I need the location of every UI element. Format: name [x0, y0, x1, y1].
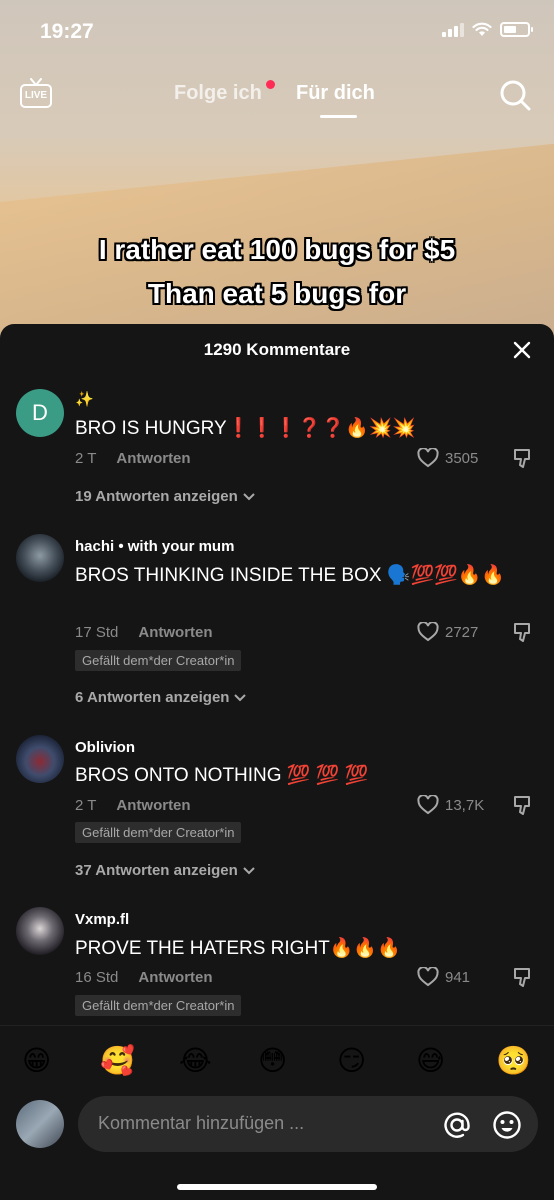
live-label: LIVE — [20, 84, 52, 108]
comment-username[interactable]: Oblivion — [75, 739, 135, 756]
emoji-sweat-smile[interactable]: 😅 — [416, 1044, 445, 1077]
heart-icon — [417, 622, 439, 642]
comment-meta: 2 T Antworten — [75, 450, 191, 467]
signal-icon — [442, 22, 464, 37]
dislike-icon[interactable] — [512, 447, 534, 469]
search-icon[interactable] — [498, 78, 532, 112]
view-replies-button[interactable]: 6 Antworten anzeigen — [75, 689, 247, 706]
like-count: 941 — [445, 968, 471, 986]
chevron-down-icon — [243, 492, 255, 500]
emoji-laugh[interactable]: 😂 — [179, 1044, 212, 1077]
like-count: 13,7K — [445, 796, 485, 814]
wifi-icon — [472, 22, 492, 36]
view-replies-label: 6 Antworten anzeigen — [75, 689, 230, 706]
notification-dot — [266, 80, 275, 89]
battery-icon — [500, 22, 533, 37]
reply-button[interactable]: Antworten — [138, 969, 212, 986]
comment-username[interactable]: Vxmp.fl — [75, 911, 129, 928]
like-button[interactable]: 13,7K — [417, 795, 484, 815]
view-replies-label: 19 Antworten anzeigen — [75, 488, 238, 505]
avatar[interactable] — [16, 907, 64, 955]
comment-meta: 17 Std Antworten — [75, 624, 213, 641]
comment-time: 2 T — [75, 797, 97, 814]
dislike-icon[interactable] — [512, 966, 534, 988]
like-button[interactable]: 2727 — [417, 622, 478, 642]
comment-time: 17 Std — [75, 624, 119, 641]
dislike-icon[interactable] — [512, 794, 534, 816]
like-count: 2727 — [445, 623, 479, 641]
heart-icon — [417, 448, 439, 468]
comment-meta: 16 Std Antworten — [75, 969, 213, 986]
top-navigation: LIVE Folge ich Für dich — [0, 70, 554, 130]
status-icons — [442, 22, 533, 37]
comment-time: 16 Std — [75, 969, 119, 986]
live-button[interactable]: LIVE — [20, 78, 54, 108]
chevron-down-icon — [243, 866, 255, 874]
status-bar: 19:27 — [0, 0, 554, 60]
comments-count-title: 1290 Kommentare — [203, 340, 351, 359]
video-background[interactable]: 19:27 LIVE Folge ich Für dich I rather e… — [0, 0, 554, 340]
emoji-smirk[interactable]: 😏 — [337, 1044, 366, 1077]
avatar[interactable] — [16, 735, 64, 783]
comment-username[interactable]: ✨ — [75, 390, 94, 408]
chevron-down-icon — [234, 693, 247, 701]
reply-button[interactable]: Antworten — [116, 797, 190, 814]
comment-input-placeholder: Kommentar hinzufügen ... — [98, 1113, 305, 1133]
comment-text: BROS THINKING INSIDE THE BOX 🗣️💯💯🔥🔥 — [75, 565, 506, 586]
comment-time: 2 T — [75, 450, 97, 467]
avatar[interactable]: D — [16, 389, 64, 437]
home-indicator — [177, 1184, 377, 1190]
comment-input[interactable]: Kommentar hinzufügen ... — [78, 1096, 538, 1152]
quick-emoji-bar: 😁 🥰 😂 😳 😏 😅 🥺 — [0, 1025, 554, 1096]
heart-icon — [417, 967, 439, 987]
creator-liked-badge: Gefällt dem*der Creator*in — [75, 650, 242, 671]
emoji-love[interactable]: 🥰 — [100, 1044, 135, 1077]
comment-text: BRO IS HUNGRY❗❗❗❓❓🔥💥💥 — [75, 418, 416, 439]
status-time: 19:27 — [40, 20, 94, 43]
tab-following[interactable]: Folge ich — [174, 82, 262, 105]
comment-text: BROS ONTO NOTHING 💯 💯 💯 — [75, 765, 369, 786]
view-replies-button[interactable]: 37 Antworten anzeigen — [75, 862, 256, 879]
caption-line-1: I rather eat 100 bugs for $5 — [98, 234, 456, 265]
view-replies-button[interactable]: 19 Antworten anzeigen — [75, 488, 256, 505]
view-replies-label: 37 Antworten anzeigen — [75, 862, 238, 879]
comment-username[interactable]: hachi • with your mum — [75, 538, 234, 555]
emoji-picker-icon[interactable] — [492, 1110, 522, 1140]
creator-liked-badge: Gefällt dem*der Creator*in — [75, 822, 242, 843]
tab-for-you[interactable]: Für dich — [296, 82, 375, 105]
caption-line-2: Than eat 5 bugs for — [147, 278, 407, 309]
like-button[interactable]: 3505 — [417, 448, 478, 468]
heart-icon — [417, 795, 439, 815]
reply-button[interactable]: Antworten — [138, 624, 212, 641]
emoji-grin[interactable]: 😁 — [22, 1044, 51, 1077]
like-button[interactable]: 941 — [417, 967, 470, 987]
comment-text: PROVE THE HATERS RIGHT🔥🔥🔥 — [75, 938, 401, 959]
dislike-icon[interactable] — [512, 621, 534, 643]
reply-button[interactable]: Antworten — [116, 450, 190, 467]
my-avatar[interactable] — [16, 1100, 64, 1148]
comment-meta: 2 T Antworten — [75, 797, 191, 814]
creator-liked-badge: Gefällt dem*der Creator*in — [75, 995, 242, 1016]
avatar[interactable] — [16, 534, 64, 582]
close-icon[interactable] — [512, 340, 532, 360]
active-tab-indicator — [320, 115, 357, 118]
emoji-pleading[interactable]: 🥺 — [496, 1044, 531, 1077]
like-count: 3505 — [445, 449, 479, 467]
video-caption: I rather eat 100 bugs for $5 Than eat 5 … — [0, 228, 554, 316]
emoji-flushed[interactable]: 😳 — [258, 1044, 287, 1077]
mention-icon[interactable] — [442, 1110, 472, 1140]
